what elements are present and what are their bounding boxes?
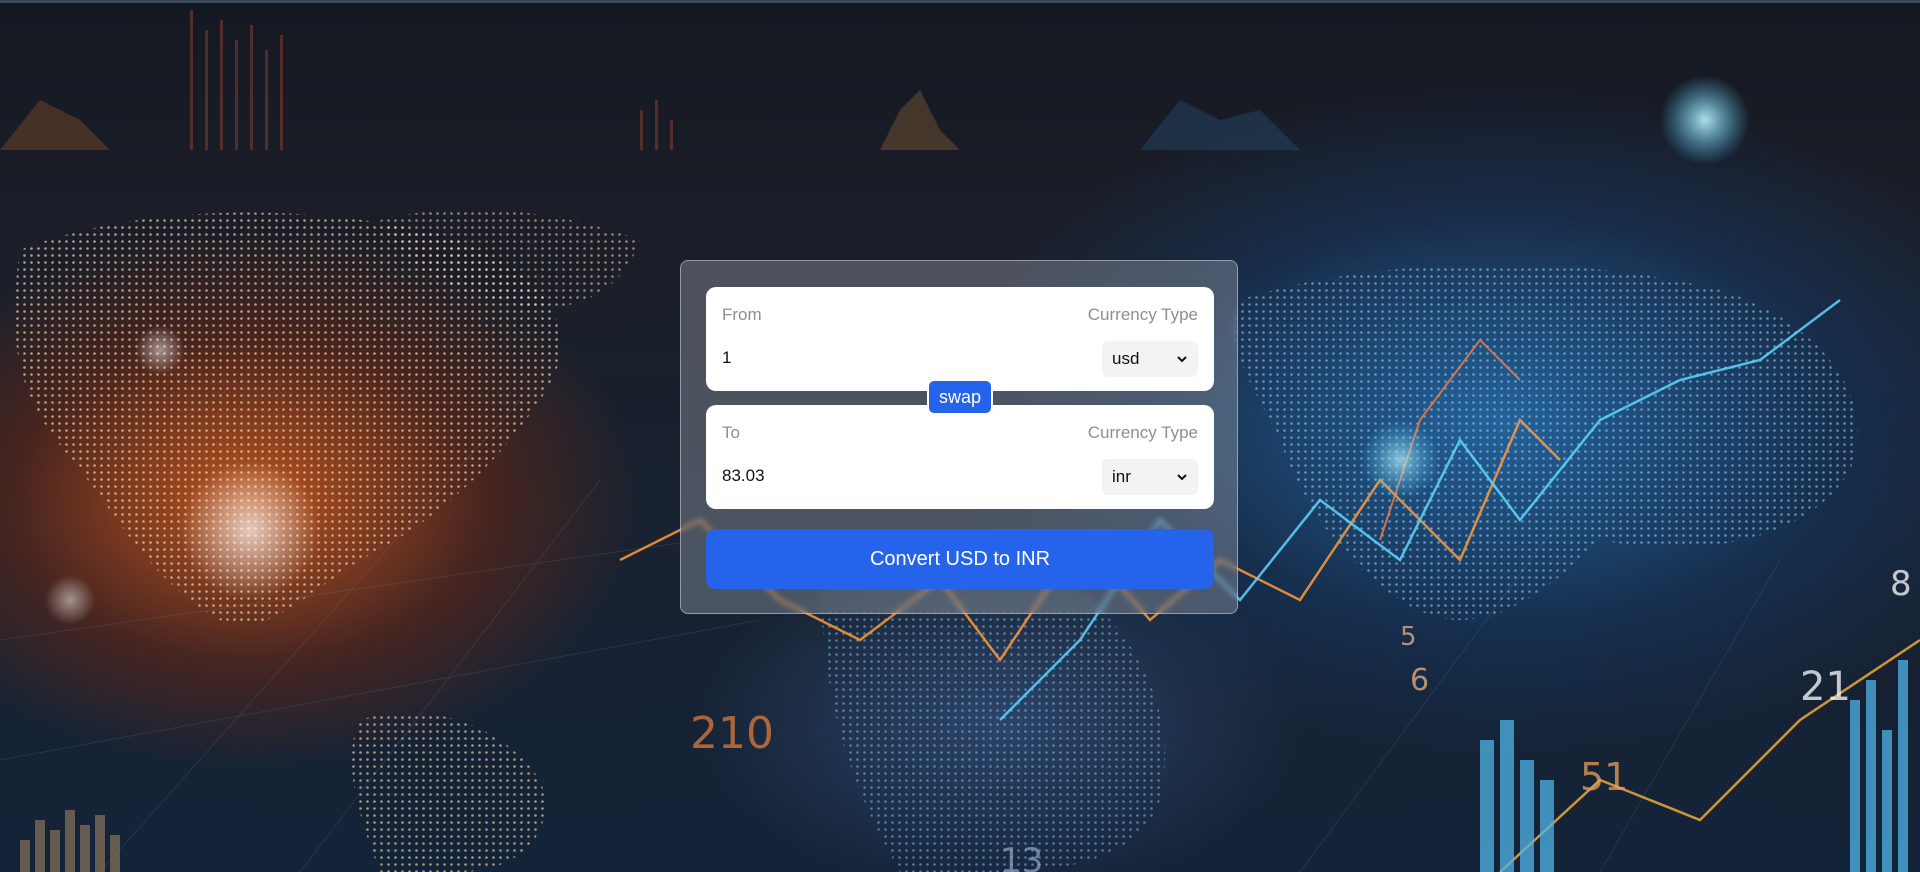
to-currency-box: To Currency Type inr	[706, 405, 1214, 509]
from-currency-type-label: Currency Type	[1087, 305, 1198, 324]
from-currency-box: From Currency Type usd	[706, 287, 1214, 391]
background-number-0: 210	[690, 708, 774, 759]
background-number-5: 13	[1000, 841, 1043, 872]
from-label: From	[722, 305, 762, 324]
background-number-4: 5	[1400, 622, 1417, 652]
swap-button[interactable]: swap	[927, 379, 993, 415]
to-currency-select[interactable]: inr	[1102, 459, 1198, 495]
background-number-2: 21	[1800, 664, 1851, 710]
background-number-1: 51	[1580, 755, 1628, 799]
to-currency-value: inr	[1112, 467, 1131, 486]
to-label: To	[722, 423, 740, 442]
from-currency-value: usd	[1112, 349, 1140, 368]
chevron-down-icon	[1177, 474, 1187, 481]
background-number-3: 6	[1410, 663, 1429, 698]
from-currency-select[interactable]: usd	[1102, 341, 1198, 377]
convert-button[interactable]: Convert USD to INR	[706, 529, 1214, 589]
top-edge-line	[0, 0, 1920, 3]
converter-card: From Currency Type usd swap To Currency …	[680, 260, 1238, 614]
chevron-down-icon	[1177, 356, 1187, 363]
to-currency-type-label: Currency Type	[1087, 423, 1198, 442]
background-number-6: 8	[1890, 564, 1912, 604]
to-amount-input[interactable]	[722, 461, 1042, 491]
from-amount-input[interactable]	[722, 343, 1042, 373]
